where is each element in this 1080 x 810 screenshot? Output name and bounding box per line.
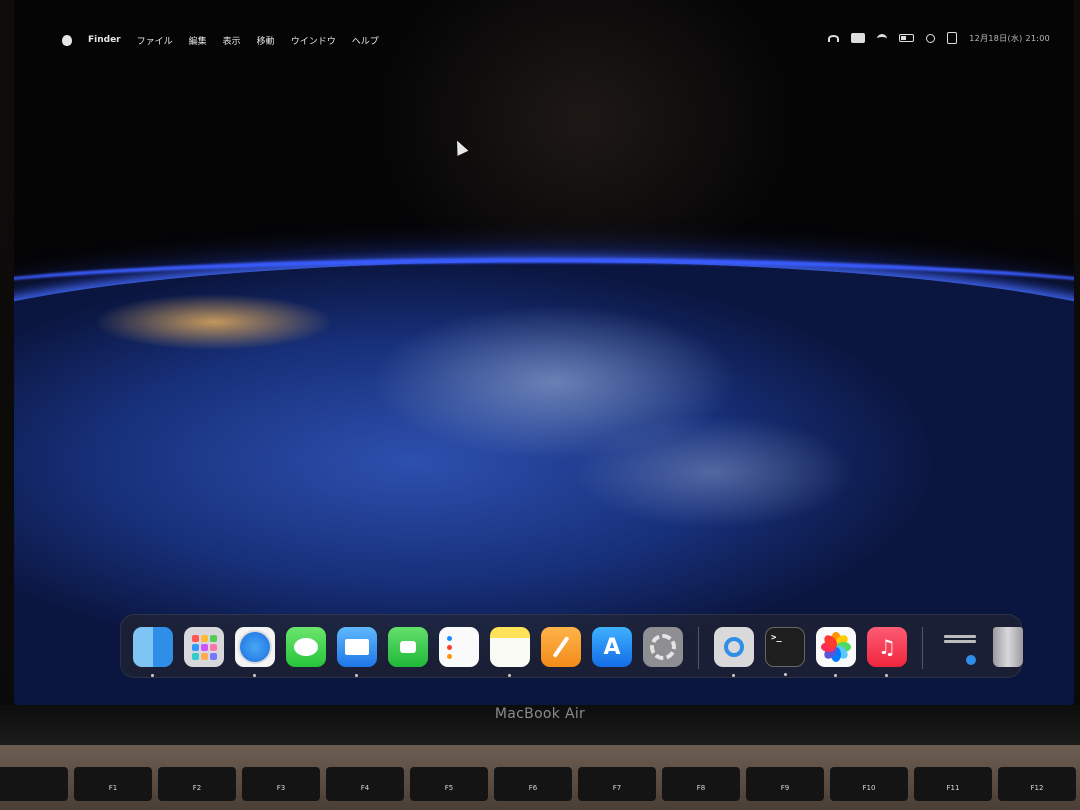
dock-photos-icon[interactable] xyxy=(816,627,856,677)
dock-system-settings-icon[interactable] xyxy=(643,627,683,667)
menu-go[interactable]: 移動 xyxy=(257,34,275,47)
key-f7[interactable]: F7 xyxy=(578,767,656,801)
running-indicator xyxy=(834,674,837,677)
menu-view[interactable]: 表示 xyxy=(223,34,241,47)
dock-terminal-icon[interactable]: >_ xyxy=(765,627,805,676)
key-f11[interactable]: F11 xyxy=(914,767,992,801)
running-indicator xyxy=(355,674,358,677)
key-f6[interactable]: F6 xyxy=(494,767,572,801)
screen: Finder ファイル 編集 表示 移動 ウインドウ ヘルプ 12月18日(水)… xyxy=(14,0,1074,705)
atmosphere-glow xyxy=(14,258,1074,303)
menu-bar: Finder ファイル 編集 表示 移動 ウインドウ ヘルプ 12月18日(水)… xyxy=(14,28,1074,52)
wifi-icon[interactable] xyxy=(877,33,888,43)
dock-separator xyxy=(698,627,699,669)
dock-mail-icon[interactable] xyxy=(337,627,377,677)
desktop-wallpaper xyxy=(14,0,1074,705)
key-f10[interactable]: F10 xyxy=(830,767,908,801)
dock-messages-icon[interactable] xyxy=(286,627,326,667)
menu-finder[interactable]: Finder xyxy=(88,35,121,45)
dock-safari-icon[interactable] xyxy=(235,627,275,677)
running-indicator xyxy=(784,673,787,676)
menu-help[interactable]: ヘルプ xyxy=(352,34,379,47)
dock-trash-icon[interactable] xyxy=(993,627,1023,667)
search-icon[interactable] xyxy=(926,33,936,43)
menu-clock[interactable]: 12月18日(水) 21:00 xyxy=(969,33,1050,44)
app-badge-icon[interactable] xyxy=(851,33,866,43)
key-f1[interactable]: F1 xyxy=(74,767,152,801)
airdrop-icon[interactable] xyxy=(828,34,840,42)
laptop-brand-label: MacBook Air xyxy=(494,706,586,722)
dock-finder-icon[interactable] xyxy=(133,627,173,677)
dock-facetime-icon[interactable] xyxy=(388,627,428,667)
key-f5[interactable]: F5 xyxy=(410,767,488,801)
key-f4[interactable]: F4 xyxy=(326,767,404,801)
dock-downloads-stack-icon[interactable] xyxy=(938,627,978,667)
control-center-icon[interactable] xyxy=(947,32,958,44)
battery-icon[interactable] xyxy=(899,34,915,42)
dock-music-icon[interactable]: ♫ xyxy=(867,627,907,677)
running-indicator xyxy=(508,674,511,677)
key-f9[interactable]: F9 xyxy=(746,767,824,801)
keyboard-deck: F1 F2 F3 F4 F5 F6 F7 F8 F9 F10 F11 F12 xyxy=(0,745,1080,810)
key-f8[interactable]: F8 xyxy=(662,767,740,801)
key-f12[interactable]: F12 xyxy=(998,767,1076,801)
running-indicator xyxy=(253,674,256,677)
key-f3[interactable]: F3 xyxy=(242,767,320,801)
dock-quicktime-icon[interactable] xyxy=(714,627,754,677)
dock-reminders-icon[interactable] xyxy=(439,627,479,667)
function-key-row: F1 F2 F3 F4 F5 F6 F7 F8 F9 F10 F11 F12 xyxy=(0,767,1076,801)
dock-launchpad-icon[interactable] xyxy=(184,627,224,667)
dock-app-store-icon[interactable]: A xyxy=(592,627,632,667)
running-indicator xyxy=(151,674,154,677)
menu-edit[interactable]: 編集 xyxy=(189,34,207,47)
dock-separator xyxy=(922,627,923,669)
apple-menu-icon[interactable] xyxy=(62,34,72,46)
key-esc[interactable] xyxy=(0,767,68,801)
dock-pages-icon[interactable] xyxy=(541,627,581,667)
key-f2[interactable]: F2 xyxy=(158,767,236,801)
menu-file[interactable]: ファイル xyxy=(137,34,173,47)
dock: A >_ ♫ xyxy=(120,614,1023,678)
menu-window[interactable]: ウインドウ xyxy=(291,34,336,47)
dock-notes-icon[interactable] xyxy=(490,627,530,677)
running-indicator xyxy=(885,674,888,677)
running-indicator xyxy=(732,674,735,677)
